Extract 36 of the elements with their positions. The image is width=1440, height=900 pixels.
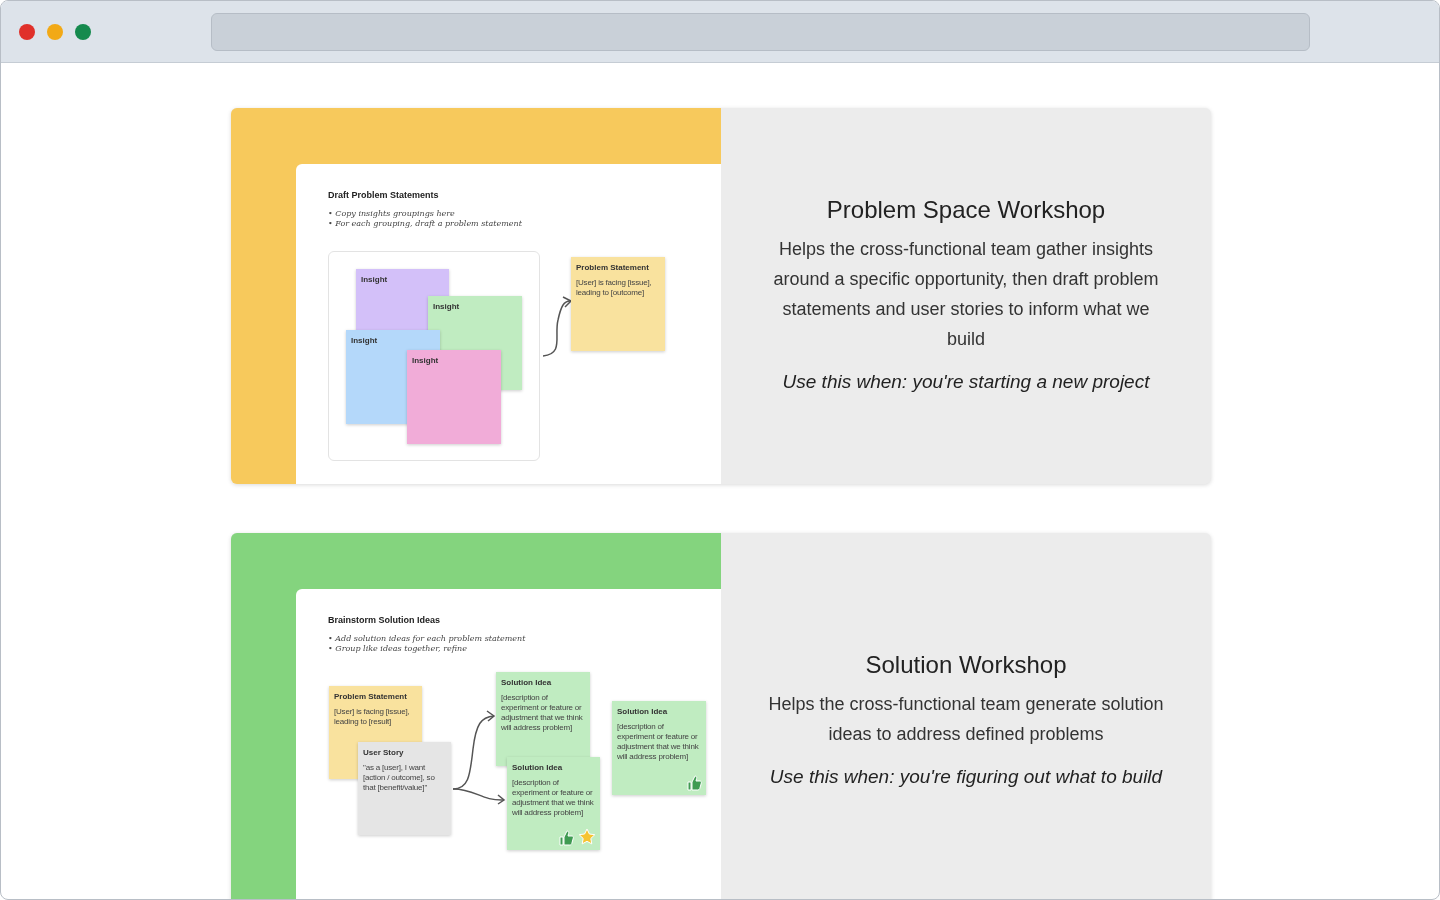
thumbs-up-icon [558, 830, 574, 846]
note-title: Solution Idea [617, 707, 669, 717]
note-title: Solution Idea [501, 678, 553, 688]
card-description: Helps the cross-functional team gather insights around a specific opportunity, then draft problem statements and user stories to inform what we build [772, 238, 1160, 351]
template-card[interactable] [231, 108, 1211, 484]
note-title: Insight [412, 356, 440, 366]
note-text: "as a [user], I want [action / outcome], so that [benefit/value]" [363, 763, 436, 793]
close-window-button[interactable] [19, 23, 35, 40]
board-title: Draft Problem Statements [328, 189, 440, 202]
note-title: Problem Statement [334, 692, 408, 702]
note-title: Insight [351, 336, 379, 346]
note-text: [User] is facing [issue], leading to [result] [334, 707, 411, 727]
note-text: [description of experiment or feature or adjustment that we think will address problem] [512, 778, 595, 818]
card-title: Solution Workshop [865, 650, 1067, 680]
note-title: Insight [361, 275, 389, 285]
maximize-window-button[interactable] [75, 23, 91, 40]
note-text: [description of experiment or feature or adjustment that we think will address problem] [617, 722, 700, 762]
thumbs-up-icon [686, 775, 702, 791]
board-bullet: • For each grouping, draft a problem statement [328, 218, 522, 229]
board-bullet: • Add solution ideas for each problem statement [328, 633, 526, 644]
use-when-text: Use this when: you're starting a new project [782, 370, 1150, 394]
card-description: Helps the cross-functional team generate solution ideas to address defined problems [767, 693, 1165, 746]
star-icon [578, 828, 596, 846]
board-bullet: • Group like ideas together, refine [328, 643, 468, 654]
note-title: Insight [433, 302, 461, 312]
note-title: Solution Idea [512, 763, 564, 773]
note-title: User Story [363, 748, 405, 758]
board-bullet: • Copy insights groupings here [328, 208, 456, 219]
board-title: Brainstorm Solution Ideas [328, 614, 442, 627]
note-text: [User] is facing [issue], leading to [outcome] [576, 278, 653, 298]
curved-arrow [542, 296, 573, 357]
card-title: Problem Space Workshop [826, 195, 1106, 225]
note-text: [description of experiment or feature or adjustment that we think will address problem] [501, 693, 584, 733]
use-when-text: Use this when: you're figuring out what to build [769, 765, 1163, 789]
note-title: Problem Statement [576, 263, 650, 273]
template-card[interactable] [231, 533, 1211, 899]
